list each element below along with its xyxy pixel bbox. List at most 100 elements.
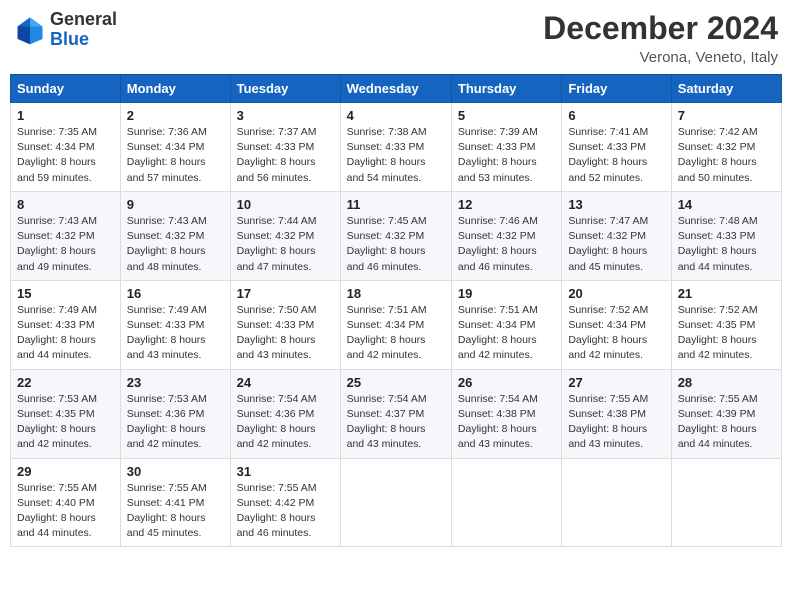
cell-line: Sunset: 4:33 PM (17, 318, 114, 333)
cell-line: and 42 minutes. (17, 437, 114, 452)
cell-content: Sunrise: 7:45 AMSunset: 4:32 PMDaylight:… (347, 214, 445, 275)
cell-line: and 47 minutes. (237, 260, 334, 275)
day-number: 13 (568, 197, 664, 212)
cell-content: Sunrise: 7:41 AMSunset: 4:33 PMDaylight:… (568, 125, 664, 186)
title-block: December 2024 Verona, Veneto, Italy (543, 10, 778, 66)
day-number: 15 (17, 286, 114, 301)
cell-content: Sunrise: 7:49 AMSunset: 4:33 PMDaylight:… (17, 303, 114, 364)
cell-line: Sunrise: 7:42 AM (678, 125, 775, 140)
cell-line: and 53 minutes. (458, 171, 555, 186)
cell-content: Sunrise: 7:55 AMSunset: 4:40 PMDaylight:… (17, 481, 114, 542)
cell-line: Sunrise: 7:52 AM (568, 303, 664, 318)
cell-line: and 46 minutes. (347, 260, 445, 275)
cell-line: Sunrise: 7:54 AM (458, 392, 555, 407)
day-number: 28 (678, 375, 775, 390)
cell-content: Sunrise: 7:50 AMSunset: 4:33 PMDaylight:… (237, 303, 334, 364)
day-number: 16 (127, 286, 224, 301)
cell-line: Sunrise: 7:51 AM (347, 303, 445, 318)
cell-content: Sunrise: 7:38 AMSunset: 4:33 PMDaylight:… (347, 125, 445, 186)
cell-line: Sunset: 4:33 PM (127, 318, 224, 333)
cell-line: and 44 minutes. (17, 526, 114, 541)
cell-line: Daylight: 8 hours (17, 422, 114, 437)
cell-line: Daylight: 8 hours (458, 422, 555, 437)
cell-line: and 43 minutes. (347, 437, 445, 452)
cell-content: Sunrise: 7:51 AMSunset: 4:34 PMDaylight:… (347, 303, 445, 364)
column-header-sunday: Sunday (11, 75, 121, 103)
cell-line: Daylight: 8 hours (237, 422, 334, 437)
day-number: 5 (458, 108, 555, 123)
calendar-header-row: SundayMondayTuesdayWednesdayThursdayFrid… (11, 75, 782, 103)
cell-content: Sunrise: 7:54 AMSunset: 4:36 PMDaylight:… (237, 392, 334, 453)
calendar-cell (340, 458, 451, 547)
calendar-cell: 4Sunrise: 7:38 AMSunset: 4:33 PMDaylight… (340, 103, 451, 192)
cell-line: Sunset: 4:34 PM (568, 318, 664, 333)
day-number: 14 (678, 197, 775, 212)
cell-line: Daylight: 8 hours (568, 422, 664, 437)
cell-line: and 42 minutes. (568, 348, 664, 363)
cell-line: Sunrise: 7:36 AM (127, 125, 224, 140)
cell-line: and 42 minutes. (347, 348, 445, 363)
day-number: 12 (458, 197, 555, 212)
cell-line: Daylight: 8 hours (17, 155, 114, 170)
cell-line: Sunset: 4:33 PM (237, 318, 334, 333)
calendar-cell: 10Sunrise: 7:44 AMSunset: 4:32 PMDayligh… (230, 191, 340, 280)
calendar-cell: 23Sunrise: 7:53 AMSunset: 4:36 PMDayligh… (120, 369, 230, 458)
cell-line: and 56 minutes. (237, 171, 334, 186)
calendar-cell (451, 458, 561, 547)
cell-line: and 46 minutes. (237, 526, 334, 541)
day-number: 27 (568, 375, 664, 390)
cell-content: Sunrise: 7:36 AMSunset: 4:34 PMDaylight:… (127, 125, 224, 186)
day-number: 20 (568, 286, 664, 301)
cell-content: Sunrise: 7:44 AMSunset: 4:32 PMDaylight:… (237, 214, 334, 275)
cell-line: Sunset: 4:41 PM (127, 496, 224, 511)
cell-content: Sunrise: 7:48 AMSunset: 4:33 PMDaylight:… (678, 214, 775, 275)
cell-line: Sunrise: 7:54 AM (237, 392, 334, 407)
calendar-cell: 6Sunrise: 7:41 AMSunset: 4:33 PMDaylight… (562, 103, 671, 192)
cell-content: Sunrise: 7:37 AMSunset: 4:33 PMDaylight:… (237, 125, 334, 186)
column-header-wednesday: Wednesday (340, 75, 451, 103)
cell-line: Sunset: 4:37 PM (347, 407, 445, 422)
calendar-cell: 14 Sunrise: 7:48 AMSunset: 4:33 PMDayligh… (671, 191, 781, 280)
cell-line: Daylight: 8 hours (458, 244, 555, 259)
cell-line: Daylight: 8 hours (127, 244, 224, 259)
cell-line: and 43 minutes. (568, 437, 664, 452)
cell-content: Sunrise: 7:49 AMSunset: 4:33 PMDaylight:… (127, 303, 224, 364)
cell-line: and 42 minutes. (458, 348, 555, 363)
calendar-cell: 7 Sunrise: 7:42 AMSunset: 4:32 PMDaylight… (671, 103, 781, 192)
cell-content: Sunrise: 7:46 AMSunset: 4:32 PMDaylight:… (458, 214, 555, 275)
cell-line: Sunset: 4:35 PM (17, 407, 114, 422)
calendar-week-row: 1Sunrise: 7:35 AMSunset: 4:34 PMDaylight… (11, 103, 782, 192)
day-number: 30 (127, 464, 224, 479)
cell-line: and 43 minutes. (458, 437, 555, 452)
cell-line: Daylight: 8 hours (17, 333, 114, 348)
cell-line: Daylight: 8 hours (17, 511, 114, 526)
day-number: 25 (347, 375, 445, 390)
day-number: 2 (127, 108, 224, 123)
cell-line: Daylight: 8 hours (568, 155, 664, 170)
cell-line: Sunset: 4:33 PM (237, 140, 334, 155)
cell-line: Daylight: 8 hours (127, 511, 224, 526)
cell-line: Sunset: 4:34 PM (17, 140, 114, 155)
cell-line: Sunset: 4:38 PM (568, 407, 664, 422)
calendar-cell: 16 Sunrise: 7:49 AMSunset: 4:33 PMDayligh… (120, 280, 230, 369)
calendar-cell: 20 Sunrise: 7:52 AMSunset: 4:34 PMDayligh… (562, 280, 671, 369)
cell-line: Daylight: 8 hours (237, 511, 334, 526)
cell-line: Daylight: 8 hours (568, 333, 664, 348)
cell-line: Daylight: 8 hours (568, 244, 664, 259)
cell-line: Sunrise: 7:39 AM (458, 125, 555, 140)
cell-line: and 42 minutes. (237, 437, 334, 452)
calendar-cell: 1Sunrise: 7:35 AMSunset: 4:34 PMDaylight… (11, 103, 121, 192)
cell-content: Sunrise: 7:55 AMSunset: 4:39 PMDaylight:… (678, 392, 775, 453)
calendar-cell: 8Sunrise: 7:43 AMSunset: 4:32 PMDaylight… (11, 191, 121, 280)
day-number: 7 (678, 108, 775, 123)
day-number: 17 (237, 286, 334, 301)
cell-content: Sunrise: 7:42 AMSunset: 4:32 PMDaylight:… (678, 125, 775, 186)
day-number: 19 (458, 286, 555, 301)
calendar-cell: 12 Sunrise: 7:46 AMSunset: 4:32 PMDayligh… (451, 191, 561, 280)
calendar-cell: 21Sunrise: 7:52 AMSunset: 4:35 PMDayligh… (671, 280, 781, 369)
cell-line: and 52 minutes. (568, 171, 664, 186)
day-number: 3 (237, 108, 334, 123)
cell-line: and 44 minutes. (17, 348, 114, 363)
cell-content: Sunrise: 7:51 AMSunset: 4:34 PMDaylight:… (458, 303, 555, 364)
logo-icon (14, 14, 46, 46)
